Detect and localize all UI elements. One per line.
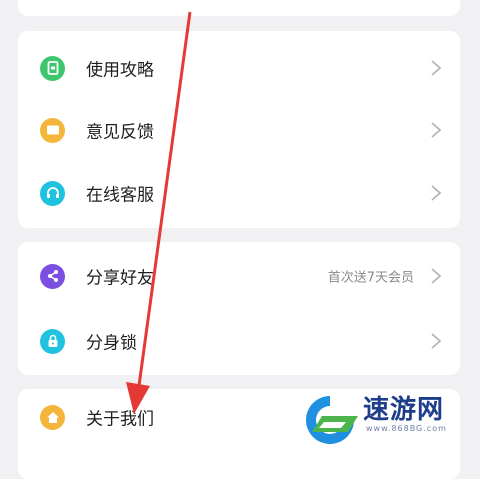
chevron-right-icon	[431, 60, 442, 76]
chevron-right-icon	[431, 122, 442, 138]
menu-item-customer-service[interactable]: 在线客服	[18, 162, 460, 224]
watermark-title: 速游网	[363, 395, 445, 425]
watermark-logo-icon	[306, 396, 358, 444]
guide-icon	[40, 55, 65, 81]
feedback-icon	[40, 117, 65, 143]
menu-group-help: 使用攻略 意见反馈 在线客服	[18, 31, 460, 228]
top-card	[18, 0, 460, 16]
share-icon	[40, 263, 65, 289]
home-icon	[40, 404, 65, 430]
menu-item-label: 关于我们	[86, 409, 154, 430]
menu-item-label: 意见反馈	[86, 122, 154, 143]
menu-item-app-lock[interactable]: 分身锁	[18, 310, 460, 372]
menu-group-share: 分享好友 首次送7天会员 分身锁	[18, 242, 460, 375]
lock-icon	[40, 328, 65, 354]
menu-item-label: 在线客服	[86, 185, 154, 206]
chevron-right-icon	[431, 185, 442, 201]
watermark-url: www.868BG.com	[366, 424, 447, 433]
menu-item-label: 使用攻略	[86, 60, 154, 81]
menu-item-share-friends[interactable]: 分享好友 首次送7天会员	[18, 245, 460, 307]
watermark: 速游网 www.868BG.com	[300, 392, 475, 450]
menu-item-guide[interactable]: 使用攻略	[18, 37, 460, 99]
menu-item-label: 分身锁	[86, 333, 137, 354]
headset-icon	[40, 180, 65, 206]
menu-item-feedback[interactable]: 意见反馈	[18, 99, 460, 161]
menu-item-label: 分享好友	[86, 268, 154, 289]
chevron-right-icon	[431, 268, 442, 284]
promo-text: 首次送7天会员	[327, 270, 414, 286]
chevron-right-icon	[431, 333, 442, 349]
